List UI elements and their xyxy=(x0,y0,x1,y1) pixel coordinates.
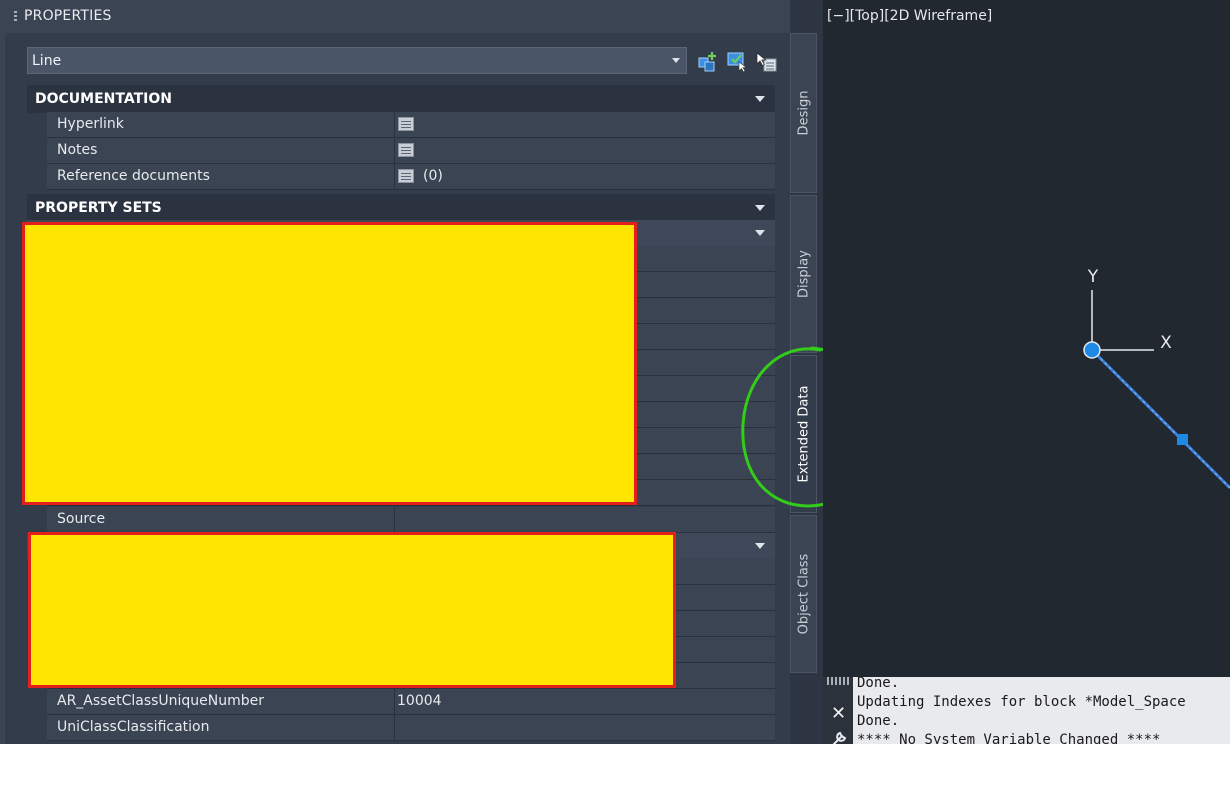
collapse-caret-icon[interactable] xyxy=(755,96,765,102)
collapse-caret-icon[interactable] xyxy=(755,543,765,549)
object-type-value: Line xyxy=(32,53,62,69)
properties-palette: PROPERTIES Line DOCUMENTATION Hyperlink … xyxy=(0,0,790,744)
command-history-line: **** No System Variable Changed **** xyxy=(857,732,1161,744)
column-divider xyxy=(394,138,395,163)
autocad-window: PROPERTIES Line DOCUMENTATION Hyperlink … xyxy=(0,0,1230,744)
tab-label: Display xyxy=(796,250,811,298)
property-row-hyperlink[interactable]: Hyperlink xyxy=(47,112,775,138)
tab-object-class[interactable]: Object Class xyxy=(790,515,817,673)
property-label: Hyperlink xyxy=(57,116,124,132)
property-row-source[interactable]: Source xyxy=(47,507,775,533)
property-row-reference-documents[interactable]: Reference documents (0) xyxy=(47,164,775,190)
column-divider xyxy=(394,507,395,532)
drawing-canvas[interactable]: Y X xyxy=(823,0,1230,677)
list-editor-icon[interactable] xyxy=(398,143,414,157)
property-row-notes[interactable]: Notes xyxy=(47,138,775,164)
command-history: Done. Updating Indexes for block *Model_… xyxy=(853,677,1230,744)
property-value: (0) xyxy=(423,168,443,184)
chevron-down-icon xyxy=(672,58,680,63)
object-type-select[interactable]: Line xyxy=(27,47,687,74)
list-editor-icon[interactable] xyxy=(398,117,414,131)
redaction-box xyxy=(22,222,637,505)
column-divider xyxy=(394,112,395,137)
section-title: PROPERTY SETS xyxy=(35,200,162,216)
endpoint-grip xyxy=(1083,341,1101,359)
column-divider xyxy=(394,689,395,714)
command-history-line: Done. xyxy=(857,677,900,691)
drag-grip-icon[interactable] xyxy=(827,677,849,685)
add-to-selection-icon[interactable] xyxy=(697,51,719,73)
tab-display[interactable]: Display xyxy=(790,195,817,353)
tab-label: Object Class xyxy=(796,553,811,635)
section-title: DOCUMENTATION xyxy=(35,91,172,107)
drag-grip-icon[interactable] xyxy=(14,11,17,23)
palette-title: PROPERTIES xyxy=(24,8,112,24)
command-line-sidebar: ✕ xyxy=(823,677,853,744)
column-divider xyxy=(394,715,395,740)
select-objects-icon[interactable] xyxy=(755,51,777,73)
property-label: Reference documents xyxy=(57,168,210,184)
wrench-icon[interactable] xyxy=(831,729,849,744)
property-label: UniClassClassification xyxy=(57,719,210,735)
tab-label: Design xyxy=(796,90,811,136)
drawing-viewport[interactable]: [−][Top][2D Wireframe] Y X xyxy=(823,0,1230,677)
property-label: Notes xyxy=(57,142,98,158)
y-axis-label: Y xyxy=(1087,267,1099,287)
close-icon[interactable]: ✕ xyxy=(831,703,846,724)
property-sets-section-header[interactable]: PROPERTY SETS xyxy=(27,194,775,222)
x-axis-label: X xyxy=(1160,333,1172,353)
property-value: 10004 xyxy=(397,693,442,709)
quick-select-icon[interactable] xyxy=(726,51,748,73)
list-editor-icon[interactable] xyxy=(398,169,414,183)
property-row-asset-class-number[interactable]: AR_AssetClassUniqueNumber 10004 xyxy=(47,689,775,715)
property-row-uniclass[interactable]: UniClassClassification xyxy=(47,715,775,741)
tab-design[interactable]: Design xyxy=(790,33,817,193)
property-label: AR_AssetClassUniqueNumber xyxy=(57,693,265,709)
property-label: Source xyxy=(57,511,106,527)
collapse-caret-icon[interactable] xyxy=(755,230,765,236)
palette-title-bar[interactable]: PROPERTIES xyxy=(0,0,790,33)
command-history-line: Updating Indexes for block *Model_Space xyxy=(857,694,1186,710)
ucs-icon xyxy=(1091,290,1154,351)
redaction-box xyxy=(28,532,676,688)
documentation-section-header[interactable]: DOCUMENTATION xyxy=(27,85,775,113)
command-line-window: ✕ Done. Updating Indexes for block *Mode… xyxy=(823,677,1230,744)
collapse-caret-icon[interactable] xyxy=(755,205,765,211)
command-history-line: Done. xyxy=(857,713,900,729)
column-divider xyxy=(394,164,395,189)
midpoint-grip xyxy=(1177,434,1188,445)
